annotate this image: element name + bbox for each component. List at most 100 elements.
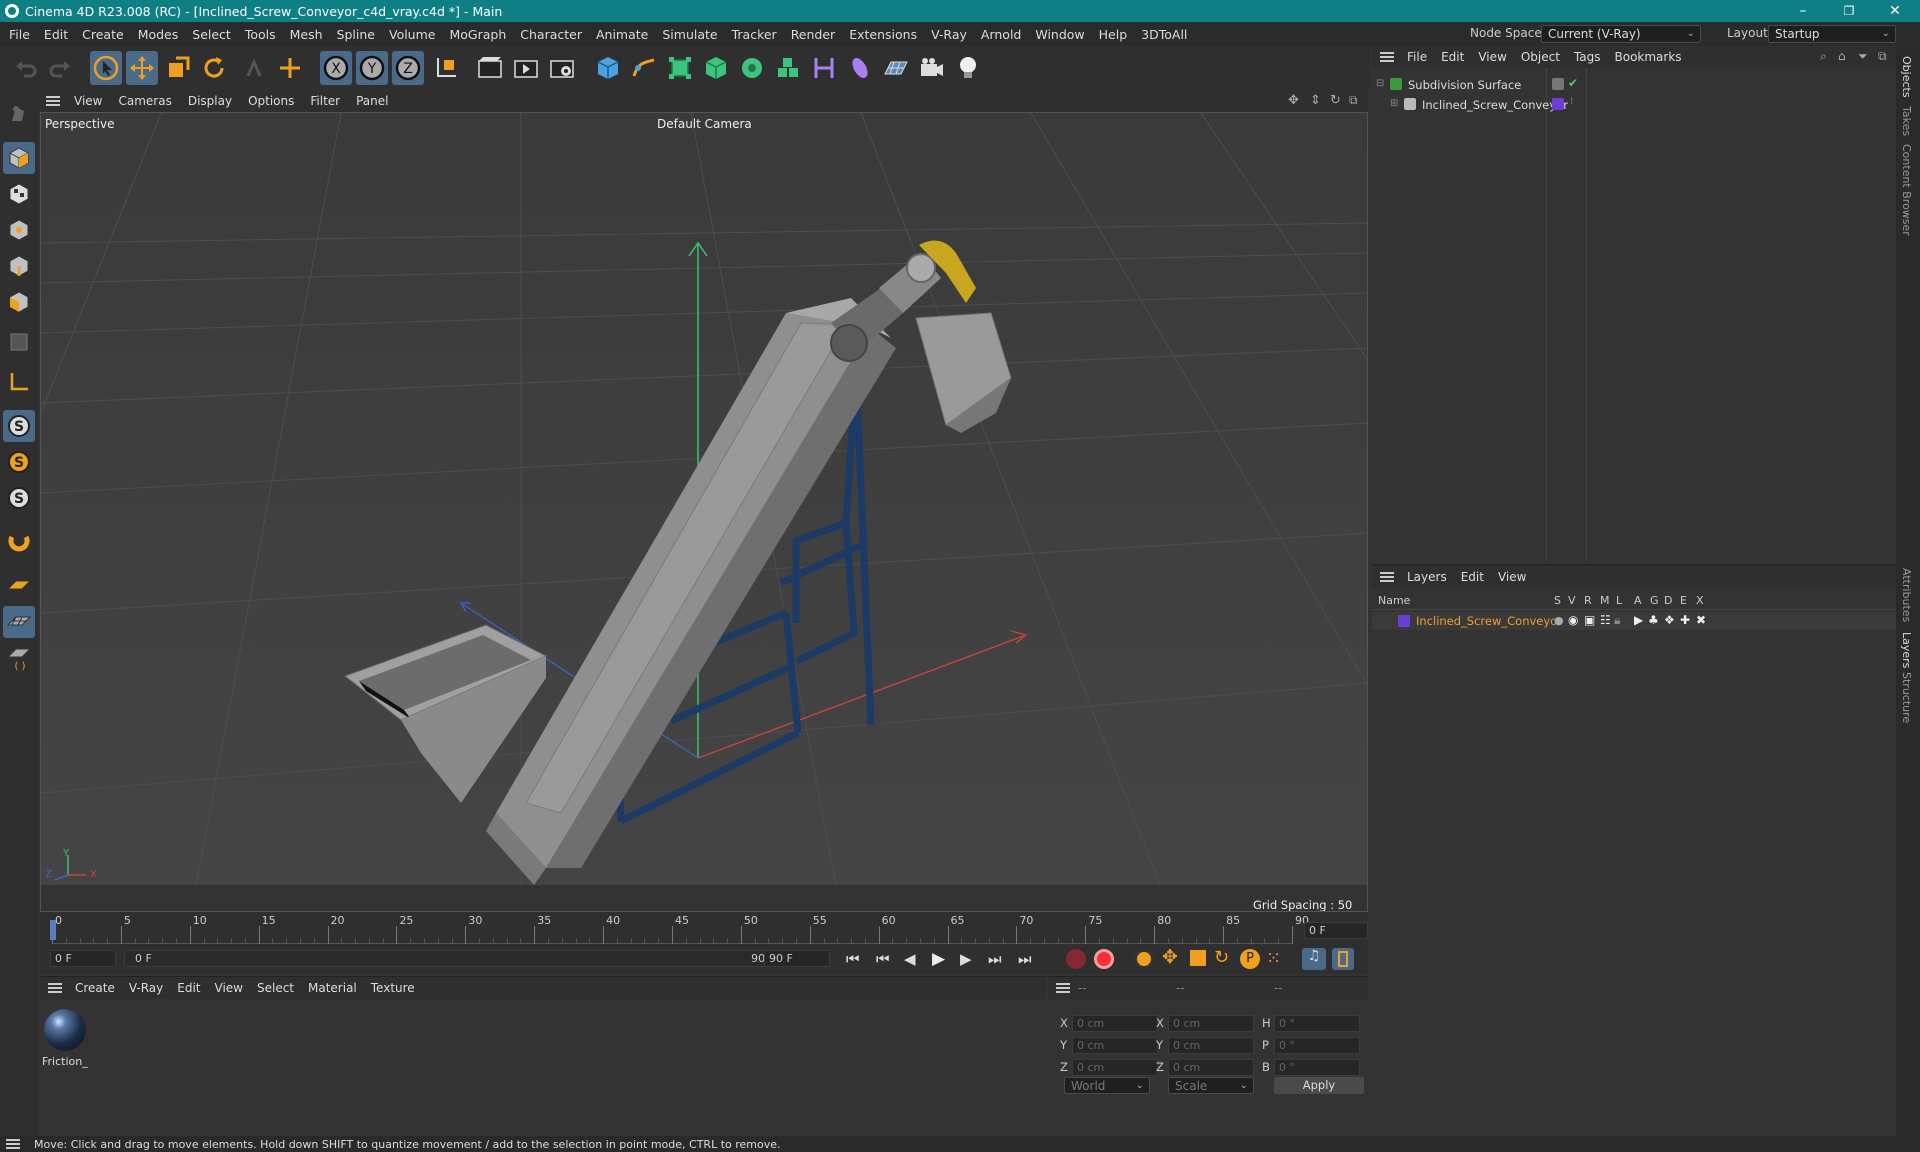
rotate-tool-button[interactable] (198, 51, 230, 85)
viewport-menu-view[interactable]: View (66, 94, 110, 108)
viewport-menu-filter[interactable]: Filter (302, 94, 348, 108)
material-swatch[interactable]: Friction_ (42, 1005, 88, 1068)
object-menu-tags[interactable]: Tags (1567, 50, 1608, 64)
deformer-button[interactable] (808, 51, 840, 85)
coord-field-c-p[interactable]: 0 ° (1274, 1037, 1360, 1054)
material-menu-material[interactable]: Material (301, 981, 364, 995)
tweak-mode-button[interactable] (3, 526, 35, 558)
size-mode-select[interactable]: Scale ⌄ (1168, 1077, 1254, 1094)
deformers-icon[interactable]: ❖ (1664, 613, 1675, 627)
viewport-scene[interactable] (41, 113, 1368, 912)
layer-col-l[interactable]: L (1616, 594, 1622, 607)
autokey-icon[interactable] (1094, 949, 1114, 969)
restore-button[interactable]: ❐ (1826, 0, 1872, 22)
menu-mesh[interactable]: Mesh (283, 27, 330, 42)
solo-icon[interactable]: ● (1554, 614, 1564, 627)
current-frame-field[interactable]: 0 F (1304, 922, 1368, 939)
render-settings-button[interactable] (546, 51, 578, 85)
minimize-button[interactable]: – (1780, 0, 1826, 22)
menu-animate[interactable]: Animate (589, 27, 655, 42)
object-menu-file[interactable]: File (1400, 50, 1434, 64)
object-row-inclined-screw-conveyor[interactable]: ⊞ Inclined_Screw_Conveyor ⁝ (1376, 96, 1886, 114)
cloner-button[interactable] (736, 51, 768, 85)
coord-field-a-z[interactable]: 0 cm (1072, 1059, 1158, 1076)
move-tool-button[interactable] (126, 51, 158, 85)
mograph-button[interactable] (772, 51, 804, 85)
tab-attributes[interactable]: Attributes (1900, 568, 1913, 622)
viewport-menu-display[interactable]: Display (180, 94, 240, 108)
coord-field-b-x[interactable]: 0 cm (1168, 1015, 1254, 1032)
tab-layers[interactable]: Layers (1900, 632, 1913, 668)
locked-workplane-button[interactable] (3, 606, 35, 638)
tab-objects[interactable]: Objects (1900, 56, 1913, 98)
frame-range-slider[interactable]: 0 F 90 F (124, 950, 784, 967)
visible-eye-icon[interactable]: ◉ (1568, 613, 1578, 627)
menu-arnold[interactable]: Arnold (974, 27, 1028, 42)
enabled-check-icon[interactable]: ✔ (1568, 76, 1578, 90)
menu-tracker[interactable]: Tracker (725, 27, 784, 42)
texture-mode-button[interactable] (3, 178, 35, 210)
layout-select[interactable]: Startup ⌄ (1768, 25, 1896, 43)
workplane-snap-button[interactable]: S (3, 482, 35, 514)
layer-col-d[interactable]: D (1664, 594, 1672, 607)
light-button[interactable] (952, 51, 984, 85)
layer-tag-icon[interactable] (1552, 78, 1564, 90)
edges-mode-button[interactable] (3, 250, 35, 282)
hamburger-menu-icon[interactable] (1056, 983, 1070, 993)
position-key-icon[interactable]: ✥ (1162, 946, 1178, 968)
polygons-mode-button[interactable] (3, 286, 35, 318)
layer-col-a[interactable]: A (1634, 594, 1642, 607)
expressions-icon[interactable]: ✚ (1680, 613, 1690, 627)
layer-col-e[interactable]: E (1680, 594, 1687, 607)
menu-window[interactable]: Window (1028, 27, 1091, 42)
object-menu-edit[interactable]: Edit (1434, 50, 1471, 64)
menu-mograph[interactable]: MoGraph (442, 27, 513, 42)
menu-volume[interactable]: Volume (382, 27, 443, 42)
menu-modes[interactable]: Modes (131, 27, 186, 42)
keyframe-selection-icon[interactable] (1134, 949, 1154, 969)
spline-pen-button[interactable] (628, 51, 660, 85)
viewport-menu-options[interactable]: Options (240, 94, 302, 108)
snap-button[interactable]: S (3, 410, 35, 442)
axis-mode-button[interactable] (3, 366, 35, 398)
coord-field-a-y[interactable]: 0 cm (1072, 1037, 1158, 1054)
go-to-start-icon[interactable]: ⏮ (846, 950, 860, 968)
hamburger-menu-icon[interactable] (46, 96, 60, 106)
object-row-subdivision-surface[interactable]: ⊟ Subdivision Surface ✔ (1376, 76, 1886, 94)
record-icon[interactable] (1066, 949, 1086, 969)
render-view-button[interactable] (474, 51, 506, 85)
expand-icon[interactable]: ⊞ (1390, 98, 1398, 109)
menu-character[interactable]: Character (513, 27, 589, 42)
layer-col-v[interactable]: V (1568, 594, 1576, 607)
points-mode-button[interactable] (3, 214, 35, 246)
parameter-key-icon[interactable]: P (1240, 949, 1260, 969)
menu-create[interactable]: Create (75, 27, 131, 42)
coord-field-a-x[interactable]: 0 cm (1072, 1015, 1158, 1032)
recent-tool-button[interactable] (238, 51, 270, 85)
redo-button[interactable] (44, 51, 76, 85)
make-editable-button[interactable] (3, 98, 35, 130)
layer-row[interactable]: Inclined_Screw_Conveyor ● ◉ ▣ ☷ 🔒︎ ▶ ♣ ❖… (1372, 612, 1896, 630)
point-level-key-icon[interactable]: ⁙ (1266, 948, 1281, 969)
animation-icon[interactable]: ▶ (1634, 613, 1643, 627)
hamburger-menu-icon[interactable] (1380, 572, 1394, 582)
material-menu-select[interactable]: Select (250, 981, 301, 995)
viewport-rotate-icon[interactable]: ↻ (1330, 93, 1341, 108)
viewport-menu-panel[interactable]: Panel (348, 94, 396, 108)
material-menu-create[interactable]: Create (68, 981, 122, 995)
next-key-icon[interactable]: ⏭ (988, 950, 1002, 968)
go-to-end-icon[interactable]: ⏭ (1018, 950, 1032, 968)
layer-col-x[interactable]: X (1696, 594, 1704, 607)
object-menu-view[interactable]: View (1471, 50, 1513, 64)
menu-v-ray[interactable]: V-Ray (924, 27, 974, 42)
layer-menu-view[interactable]: View (1491, 570, 1533, 584)
generators-icon[interactable]: ♣ (1648, 613, 1659, 627)
floor-button[interactable] (880, 51, 912, 85)
new-window-icon[interactable]: ⧉ (1878, 49, 1887, 64)
filter-icon[interactable]: ⏷ (1858, 49, 1868, 64)
hamburger-menu-icon[interactable] (6, 1139, 20, 1149)
next-frame-icon[interactable]: ▶ (960, 950, 972, 968)
lock-icon[interactable]: 🔒︎ (1614, 613, 1620, 628)
viewport-zoom-icon[interactable]: ⇕ (1310, 93, 1321, 108)
material-menu-texture[interactable]: Texture (364, 981, 422, 995)
